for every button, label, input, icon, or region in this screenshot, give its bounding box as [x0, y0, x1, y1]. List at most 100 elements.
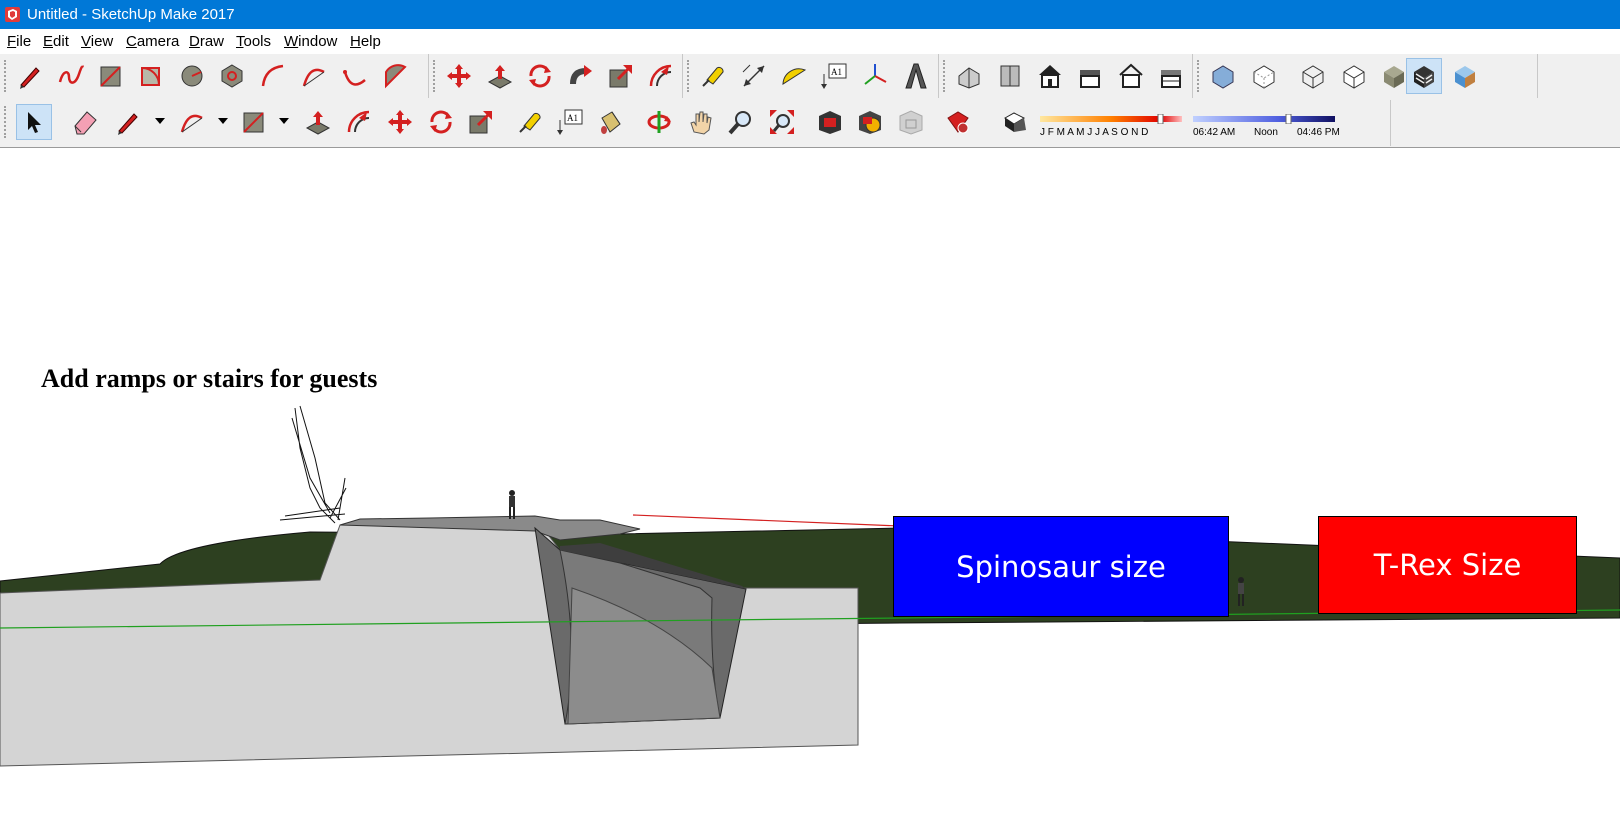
scale-icon — [469, 111, 492, 134]
two-point-arc-tool-button[interactable] — [296, 58, 332, 94]
chevron-down-icon[interactable] — [218, 118, 228, 124]
text-tool-button[interactable]: A1 — [816, 58, 852, 94]
arc-tool-button-2[interactable] — [174, 104, 210, 140]
shadow-month-slider[interactable] — [1040, 114, 1182, 124]
eraser-tool-button[interactable] — [67, 104, 103, 140]
pie-tool-button[interactable] — [377, 58, 413, 94]
top-view-button[interactable] — [992, 58, 1028, 94]
back-view-button[interactable] — [1113, 58, 1149, 94]
zoom-extents-tool-button[interactable] — [764, 104, 800, 140]
xray-style-button[interactable] — [1205, 58, 1241, 94]
menu-help[interactable]: Help — [350, 33, 381, 50]
shaded-with-textures-style-button[interactable] — [1406, 58, 1442, 94]
person-figure — [509, 490, 515, 519]
model-viewport[interactable]: Add ramps or stairs for guests Spinosaur… — [0, 147, 1620, 837]
spinosaur-size-box[interactable]: Spinosaur size — [893, 516, 1229, 617]
time-gradient-bar — [1193, 114, 1335, 124]
push-pull-tool-button[interactable] — [482, 58, 518, 94]
toolbar-grip[interactable] — [4, 106, 9, 138]
extension-warehouse-icon — [947, 111, 969, 134]
rotate-tool-button-2[interactable] — [423, 104, 459, 140]
share-model-button[interactable] — [852, 104, 888, 140]
extension-warehouse-button[interactable] — [940, 104, 976, 140]
tape-measure-tool-button[interactable] — [695, 58, 731, 94]
front-view-button[interactable] — [1032, 58, 1068, 94]
wireframe-style-button[interactable] — [1295, 58, 1331, 94]
offset-tool-button-2[interactable] — [341, 104, 377, 140]
toolbar-grip[interactable] — [1197, 60, 1202, 92]
share-component-button[interactable] — [893, 104, 929, 140]
circle-tool-button[interactable] — [174, 58, 210, 94]
red-axis-line — [632, 514, 901, 527]
scale-tool-button[interactable] — [603, 58, 639, 94]
orbit-tool-button[interactable] — [641, 104, 677, 140]
wireframe-cube-icon — [1302, 65, 1324, 89]
rotate-tool-button[interactable] — [522, 58, 558, 94]
move-tool-button-2[interactable] — [382, 104, 418, 140]
orbit-icon — [647, 111, 671, 133]
arc-icon — [180, 114, 203, 133]
line-tool-button-2[interactable] — [110, 104, 146, 140]
iso-view-button[interactable] — [951, 58, 987, 94]
scribble-sketch — [279, 405, 347, 524]
circle-icon — [181, 65, 203, 87]
shadow-time-slider[interactable] — [1193, 114, 1335, 124]
trex-size-label: T-Rex Size — [1373, 548, 1522, 582]
window-title: Untitled - SketchUp Make 2017 — [27, 6, 235, 23]
menu-draw[interactable]: Draw — [189, 33, 224, 50]
push-pull-tool-button-2[interactable] — [300, 104, 336, 140]
move-tool-button[interactable] — [441, 58, 477, 94]
select-tool-button[interactable] — [16, 104, 52, 140]
paint-bucket-tool-button[interactable] — [592, 104, 628, 140]
shapes-tool-button[interactable] — [236, 104, 272, 140]
toolbar-grip[interactable] — [943, 60, 948, 92]
pan-tool-button[interactable] — [682, 104, 718, 140]
shadows-toggle-button[interactable] — [996, 104, 1032, 140]
menu-camera[interactable]: Camera — [126, 33, 179, 50]
monochrome-style-button[interactable] — [1447, 58, 1483, 94]
hidden-line-style-button[interactable] — [1336, 58, 1372, 94]
follow-me-tool-button[interactable] — [562, 58, 598, 94]
move-icon — [447, 64, 471, 88]
toolbar-grip[interactable] — [4, 60, 9, 92]
menu-edit[interactable]: Edit — [43, 33, 69, 50]
back-edges-style-button[interactable] — [1246, 58, 1282, 94]
three-point-arc-tool-button[interactable] — [337, 58, 373, 94]
chevron-down-icon[interactable] — [279, 118, 289, 124]
zoom-extents-icon — [770, 110, 794, 134]
menu-file[interactable]: File — [7, 33, 31, 50]
arc-tool-button[interactable] — [255, 58, 291, 94]
tape-measure-tool-button-2[interactable] — [512, 104, 548, 140]
move-icon — [388, 110, 412, 134]
3d-text-tool-button[interactable] — [897, 58, 933, 94]
toolbar-grip[interactable] — [433, 60, 438, 92]
protractor-tool-button[interactable] — [776, 58, 812, 94]
axes-tool-button[interactable] — [857, 58, 893, 94]
follow-me-icon — [570, 65, 592, 84]
3d-warehouse-button[interactable] — [812, 104, 848, 140]
scale-tool-button-2[interactable] — [463, 104, 499, 140]
rotated-rectangle-tool-button[interactable] — [133, 58, 169, 94]
text-tool-button-2[interactable]: A1 — [552, 104, 588, 140]
zoom-tool-button[interactable] — [723, 104, 759, 140]
text-label-icon: A1 — [557, 109, 583, 135]
scale-icon — [609, 65, 632, 88]
right-view-button[interactable] — [1072, 58, 1108, 94]
menu-window[interactable]: Window — [284, 33, 337, 50]
trex-size-box[interactable]: T-Rex Size — [1318, 516, 1577, 614]
xray-cube-icon — [1212, 65, 1234, 89]
polygon-tool-button[interactable] — [214, 58, 250, 94]
menu-view[interactable]: View — [81, 33, 113, 50]
shadow-icon — [1004, 112, 1026, 132]
toolbar-grip[interactable] — [687, 60, 692, 92]
line-tool-button[interactable] — [12, 58, 48, 94]
chevron-down-icon[interactable] — [155, 118, 165, 124]
left-view-button[interactable] — [1153, 58, 1189, 94]
menu-tools[interactable]: Tools — [236, 33, 271, 50]
spinosaur-size-label: Spinosaur size — [956, 549, 1166, 584]
dimension-tool-button[interactable] — [736, 58, 772, 94]
rectangle-tool-button[interactable] — [93, 58, 129, 94]
offset-tool-button[interactable] — [643, 58, 679, 94]
menu-bar: File Edit View Camera Draw Tools Window … — [0, 29, 1620, 54]
freehand-tool-button[interactable] — [53, 58, 89, 94]
